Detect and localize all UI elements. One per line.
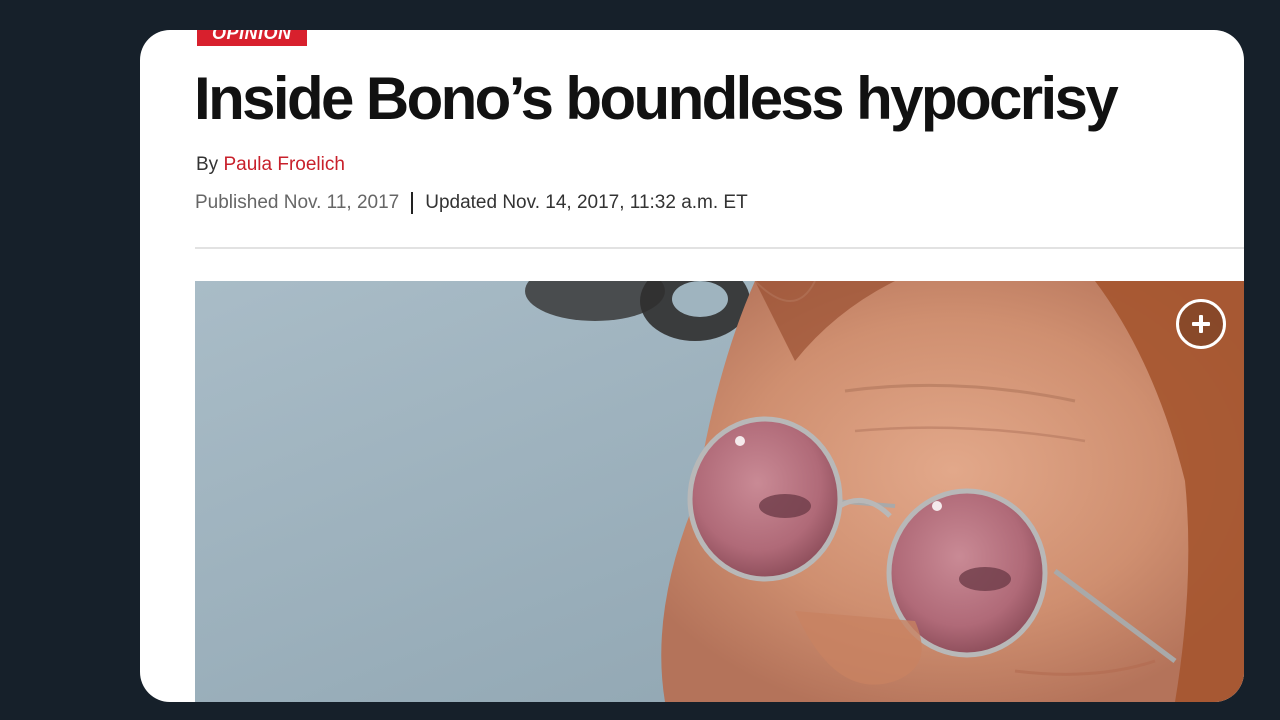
byline-prefix: By <box>196 154 219 175</box>
published-date: Published Nov. 11, 2017 <box>195 192 400 213</box>
article-headline: Inside Bono’s boundless hypocrisy <box>194 65 1119 132</box>
date-separator <box>411 192 414 214</box>
article-photo[interactable] <box>195 281 1244 702</box>
updated-date: Updated Nov. 14, 2017, 11:32 a.m. ET <box>425 192 748 213</box>
byline: By Paula Froelich <box>196 154 345 176</box>
section-tag-label: OPINION <box>212 30 292 43</box>
article-dates: Published Nov. 11, 2017 Updated Nov. 14,… <box>195 192 748 214</box>
expand-image-button[interactable] <box>1176 299 1226 349</box>
author-link[interactable]: Paula Froelich <box>223 154 344 175</box>
section-tag-opinion[interactable]: OPINION <box>197 30 307 46</box>
plus-circle-icon <box>1192 315 1210 333</box>
tweet-media-card[interactable]: OPINION Inside Bono’s boundless hypocris… <box>140 30 1244 702</box>
header-divider <box>195 247 1244 249</box>
portrait-illustration <box>195 281 1244 702</box>
